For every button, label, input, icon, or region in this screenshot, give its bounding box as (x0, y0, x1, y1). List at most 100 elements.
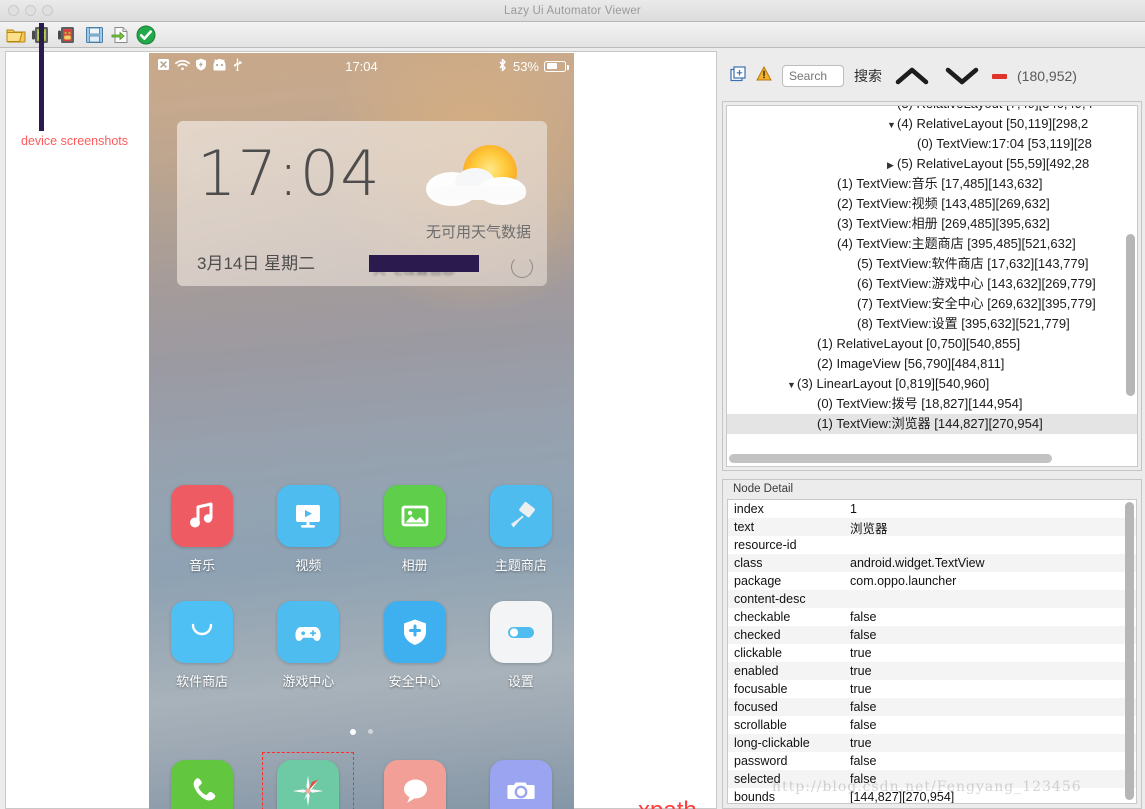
node-detail-row[interactable]: index 1 (728, 500, 1136, 518)
device-screenshot-image[interactable]: 17:04 53% 17:04 无可用天气数据 3月14日 星期二 音乐 视频 … (149, 53, 574, 809)
app-security-center[interactable]: 安全中心 (362, 601, 468, 690)
tree-horizontal-scrollbar[interactable] (729, 454, 1053, 463)
photo-icon (383, 485, 446, 547)
floppy-disk-icon[interactable] (83, 24, 105, 46)
green-check-icon[interactable] (135, 24, 157, 46)
app-camera[interactable]: 相机 (468, 760, 574, 809)
screenshot-pane[interactable]: device screenshots 17:04 53% 17:04 无可用天气… (5, 23, 743, 809)
app-label: 视频 (295, 558, 322, 573)
minus-icon[interactable] (992, 73, 1007, 79)
page-dot[interactable] (368, 729, 373, 734)
tree-node[interactable]: (1) TextView:音乐 [17,485][143,632] (727, 174, 1137, 194)
node-detail-row[interactable]: focused false (728, 698, 1136, 716)
search-input[interactable] (782, 65, 844, 87)
app-browser[interactable]: 浏览器 (255, 752, 361, 809)
tree-node[interactable]: (2) TextView:视频 [143,485][269,632] (727, 194, 1137, 214)
tree-node-label: (1) RelativeLayout [0,750][540,855] (817, 336, 1021, 351)
chevron-up-icon[interactable] (892, 63, 932, 89)
tree-node[interactable]: (3) TextView:相册 [269,485][395,632] (727, 214, 1137, 234)
app-music[interactable]: 音乐 (149, 485, 255, 574)
tree-node[interactable]: (5) TextView:软件商店 [17,632][143,779] (727, 254, 1137, 274)
node-detail-key: focusable (734, 682, 788, 696)
node-detail-table[interactable]: index 1 text 浏览器 resource-id class android.wid… (727, 499, 1137, 804)
node-detail-row[interactable]: class android.widget.TextView (728, 554, 1136, 572)
tree-node[interactable]: ▼(4) RelativeLayout [50,119][298,2 (727, 114, 1137, 134)
node-detail-row[interactable]: clickable true (728, 644, 1136, 662)
folder-icon[interactable] (5, 24, 27, 46)
maximize-button[interactable] (42, 5, 53, 16)
node-detail-key: password (734, 754, 788, 768)
node-detail-row[interactable]: resource-id (728, 536, 1136, 554)
node-tree[interactable]: (3) RelativeLayout [7,49][340,49,4▼(4) R… (726, 105, 1138, 467)
node-detail-row[interactable]: focusable true (728, 680, 1136, 698)
page-dot-active[interactable] (350, 729, 356, 735)
app-game-center[interactable]: 游戏中心 (255, 601, 361, 690)
node-detail-row[interactable]: selected false (728, 770, 1136, 788)
tree-node[interactable]: ▶ (5) RelativeLayout [55,59][492,28 (727, 154, 1137, 174)
tree-node[interactable]: (3) RelativeLayout [7,49][340,49,4 (727, 106, 1137, 114)
node-detail-row[interactable]: password false (728, 752, 1136, 770)
detail-vertical-scrollbar[interactable] (1125, 502, 1134, 800)
tree-node[interactable]: (8) TextView:设置 [395,632][521,779] (727, 314, 1137, 334)
close-button[interactable] (8, 5, 19, 16)
expand-all-icon[interactable] (730, 65, 746, 87)
node-detail-row[interactable]: scrollable false (728, 716, 1136, 734)
tree-vertical-scrollbar[interactable] (1126, 234, 1135, 396)
android-device-red-icon[interactable] (57, 24, 79, 46)
node-detail-key: scrollable (734, 718, 787, 732)
app-gallery[interactable]: 相册 (362, 485, 468, 574)
tree-node-label: (5) TextView:软件商店 [17,632][143,779] (857, 256, 1089, 271)
node-detail-row[interactable]: checkable false (728, 608, 1136, 626)
tree-node-label: (2) TextView:视频 [143,485][269,632] (837, 196, 1050, 211)
node-detail-row[interactable]: package com.oppo.launcher (728, 572, 1136, 590)
tree-node[interactable]: (2) ImageView [56,790][484,811] (727, 354, 1137, 374)
tree-node[interactable]: (1) TextView:浏览器 [144,827][270,954] (727, 414, 1137, 434)
node-detail-key: index (734, 502, 764, 516)
triangle-right-icon[interactable]: ▶ (887, 155, 897, 175)
tree-horizontal-scrollbar-track[interactable] (729, 454, 1123, 463)
node-detail-row[interactable]: checked false (728, 626, 1136, 644)
node-detail-key: checkable (734, 610, 791, 624)
triangle-down-icon[interactable]: ▼ (787, 375, 797, 395)
tree-node-label: (4) RelativeLayout [50,119][298,2 (897, 116, 1089, 131)
paintbrush-icon (489, 485, 552, 547)
node-detail-row[interactable]: content-desc (728, 590, 1136, 608)
node-detail-panel: Node Detail index 1 text 浏览器 resource-id clas… (722, 479, 1142, 809)
phone-handset-icon (171, 760, 234, 809)
tree-node[interactable]: (4) TextView:主题商店 [395,485][521,632] (727, 234, 1137, 254)
compass-icon (277, 760, 340, 809)
export-page-icon[interactable] (109, 24, 131, 46)
tree-node[interactable]: (0) TextView:拨号 [18,827][144,954] (727, 394, 1137, 414)
triangle-down-icon[interactable]: ▼ (887, 115, 897, 135)
page-indicator[interactable] (149, 729, 574, 735)
tree-node-label: (1) TextView:音乐 [17,485][143,632] (837, 176, 1043, 191)
tree-node[interactable]: (0) TextView:17:04 [53,119][28 (727, 134, 1137, 154)
node-detail-value: false (850, 700, 877, 714)
tree-node-label: (3) TextView:相册 [269,485][395,632] (837, 216, 1050, 231)
window-controls[interactable] (8, 5, 53, 16)
app-video[interactable]: 视频 (255, 485, 361, 574)
refresh-icon[interactable] (511, 256, 533, 278)
node-detail-rows: index 1 text 浏览器 resource-id class android.wid… (728, 500, 1136, 803)
tree-node[interactable]: (7) TextView:安全中心 [269,632][395,779] (727, 294, 1137, 314)
app-settings[interactable]: 设置 (468, 601, 574, 690)
node-detail-row[interactable]: bounds [144,827][270,954] (728, 788, 1136, 803)
node-detail-row[interactable]: enabled true (728, 662, 1136, 680)
node-detail-row[interactable]: text 浏览器 (728, 518, 1136, 536)
warning-triangle-icon[interactable] (756, 65, 772, 86)
inspector-pane: 搜索 (180,952) (3) RelativeLayout [7,49][3… (722, 51, 1142, 809)
tree-node[interactable]: (1) RelativeLayout [0,750][540,855] (727, 334, 1137, 354)
tree-node-label: (1) TextView:浏览器 [144,827][270,954] (817, 416, 1043, 431)
node-detail-row[interactable]: long-clickable true (728, 734, 1136, 752)
app-messages[interactable]: 信息 (362, 760, 468, 809)
speech-bubble-icon (383, 760, 446, 809)
chevron-down-icon[interactable] (942, 63, 982, 89)
minimize-button[interactable] (25, 5, 36, 16)
node-detail-key: clickable (734, 646, 782, 660)
app-theme-store[interactable]: 主题商店 (468, 485, 574, 574)
tree-node[interactable]: ▼(3) LinearLayout [0,819][540,960] (727, 374, 1137, 394)
app-dialer[interactable]: 拨号 (149, 760, 255, 809)
tree-node[interactable]: (6) TextView:游戏中心 [143,632][269,779] (727, 274, 1137, 294)
app-app-store[interactable]: 软件商店 (149, 601, 255, 690)
clock-weather-widget[interactable]: 17:04 无可用天气数据 3月14日 星期二 (177, 121, 547, 286)
